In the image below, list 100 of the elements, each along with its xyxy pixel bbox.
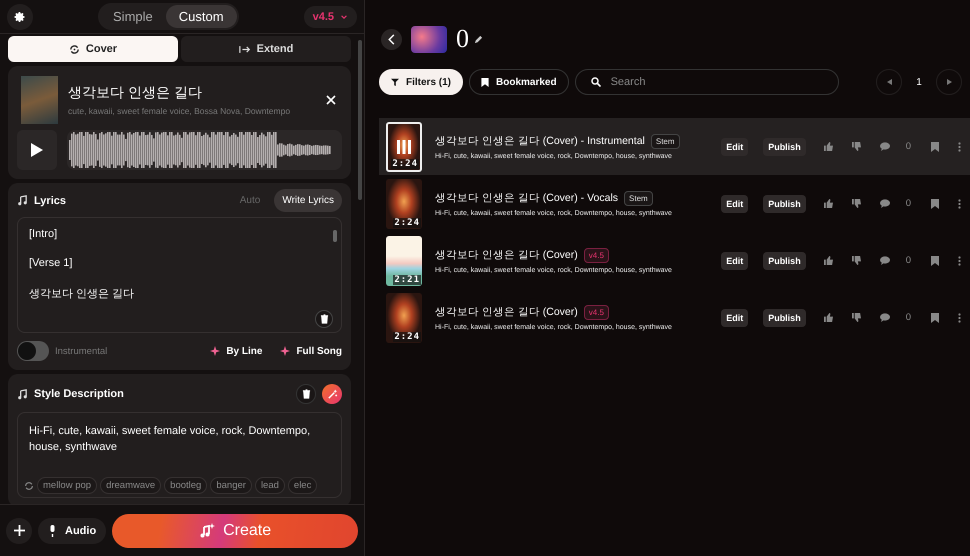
bookmark-button[interactable] — [928, 142, 942, 152]
filter-icon — [391, 78, 399, 86]
bookmark-icon — [931, 256, 939, 266]
song-title: 생각보다 인생은 길다 (Cover) - Instrumental — [435, 134, 645, 148]
edit-icon — [474, 34, 483, 44]
action-tab[interactable]: Cover — [8, 36, 178, 62]
song-tags: cute, kawaii, sweet female voice, Bossa Nova, Downtempo — [68, 106, 310, 116]
edit-button[interactable]: Edit — [721, 308, 748, 326]
lyrics-mode-tab[interactable]: Write Lyrics — [274, 189, 342, 212]
thumbs-up-icon — [824, 142, 833, 151]
style-suggestion-chip[interactable]: mellow pop — [37, 477, 98, 494]
edit-button[interactable]: Edit — [721, 194, 748, 212]
publish-button[interactable]: Publish — [763, 138, 806, 156]
bookmark-icon — [931, 142, 939, 152]
trash-icon — [320, 314, 328, 324]
comment-count: 0 — [906, 141, 911, 152]
sparkle-icon — [210, 346, 220, 356]
clear-button[interactable] — [315, 310, 333, 328]
previous-page-button[interactable] — [876, 69, 902, 95]
next-page-button[interactable] — [936, 69, 962, 95]
style-suggestion-chip[interactable]: dreamwave — [100, 477, 162, 494]
more-icon — [958, 142, 961, 152]
bookmark-button[interactable] — [928, 256, 942, 266]
version-tag: v4.5 — [584, 304, 609, 320]
settings-button[interactable] — [7, 4, 33, 30]
search-icon — [590, 77, 601, 87]
magic-wand-icon — [326, 388, 338, 400]
lyrics-line: 생각보다 인생은 길다 — [29, 287, 136, 301]
lyrics-line: [Intro] — [29, 228, 58, 240]
mode-tab[interactable]: Simple — [100, 5, 166, 28]
comment-count: 0 — [906, 255, 911, 266]
section-title: Style Description — [34, 388, 124, 400]
back-button[interactable] — [381, 28, 402, 50]
publish-button[interactable]: Publish — [763, 308, 806, 326]
thumbs-down-icon — [852, 313, 861, 322]
refresh-icon — [24, 480, 34, 490]
audio-button[interactable]: Audio — [38, 518, 106, 544]
comment-icon — [880, 199, 890, 208]
thumbs-up-icon — [824, 256, 833, 265]
play-icon — [30, 142, 44, 158]
comment-icon — [880, 256, 890, 265]
style-suggestion-chip[interactable]: elec — [288, 477, 318, 494]
magic-button[interactable] — [322, 384, 342, 404]
close-icon — [326, 95, 336, 105]
song-title: 생각보다 인생은 길다 (Cover) — [435, 305, 578, 319]
scrollbar-thumb[interactable] — [333, 230, 337, 242]
action-tab[interactable]: Extend — [181, 36, 351, 62]
edit-title-button[interactable] — [474, 34, 483, 44]
edit-button[interactable]: Edit — [721, 252, 748, 270]
back-icon — [388, 34, 396, 44]
lyrics-field[interactable]: [Intro] [Verse 1] 생각보다 인생은 길다 — [17, 217, 342, 333]
bookmark-icon — [931, 312, 939, 322]
generate-lyrics-button[interactable]: Full Song — [268, 346, 342, 356]
style-suggestion-chip[interactable]: lead — [254, 477, 285, 494]
clear-button[interactable] — [296, 384, 316, 404]
duration: 2:24 — [393, 332, 421, 342]
comment-icon — [880, 313, 890, 322]
music-note-icon — [17, 388, 28, 400]
style-suggestion-chip[interactable]: banger — [210, 477, 252, 494]
duration: 2:24 — [391, 158, 419, 168]
arrow-right-icon — [238, 44, 251, 54]
comment-count: 0 — [906, 198, 911, 209]
search-field[interactable]: Search — [574, 69, 839, 95]
plus-icon — [14, 525, 24, 536]
add-button[interactable] — [6, 518, 32, 544]
song-title: 생각보다 인생은 길다 — [68, 84, 203, 102]
section-title: Lyrics — [34, 194, 66, 206]
previous-icon — [886, 79, 892, 85]
create-button[interactable]: Create — [112, 514, 358, 548]
style-suggestion-chip[interactable]: bootleg — [164, 477, 208, 494]
mode-tab[interactable]: Custom — [166, 5, 237, 28]
toggle-label: Instrumental — [55, 346, 108, 356]
thumbs-up-icon — [824, 313, 833, 322]
generate-lyrics-button[interactable]: By Line — [198, 346, 262, 356]
version-tag: v4.5 — [584, 248, 609, 262]
filters-button[interactable]: Filters (1) — [379, 69, 464, 95]
bookmark-icon — [481, 78, 490, 86]
more-icon — [958, 198, 961, 208]
workspace-title: 0 — [456, 24, 469, 54]
search-placeholder: Search — [610, 76, 646, 88]
comment-icon — [880, 142, 890, 151]
workspace-cover-placeholder — [411, 26, 447, 52]
microphone-icon — [48, 524, 57, 536]
song-title: 생각보다 인생은 길다 (Cover) - Vocals — [435, 191, 618, 205]
scrollbar-thumb[interactable] — [358, 40, 362, 200]
duration: 2:24 — [393, 218, 421, 228]
play-button[interactable] — [17, 130, 57, 170]
refresh-icon — [68, 44, 80, 54]
bookmark-button[interactable] — [928, 198, 942, 208]
bookmarked-button[interactable]: Bookmarked — [469, 69, 569, 95]
publish-button[interactable]: Publish — [763, 252, 806, 270]
instrumental-toggle[interactable] — [17, 341, 49, 361]
stem-tag: Stem — [650, 134, 680, 148]
model-dropdown[interactable]: v4.5 — [304, 6, 357, 28]
edit-button[interactable]: Edit — [721, 138, 748, 156]
music-note-icon — [17, 195, 28, 206]
bookmark-button[interactable] — [928, 312, 942, 322]
publish-button[interactable]: Publish — [763, 194, 806, 212]
lyrics-line: [Verse 1] — [29, 257, 74, 269]
style-field[interactable]: Hi-Fi, cute, kawaii, sweet female voice, rock, Downtempo, house, synthwave mellow pop dreamwave bootleg banger lead elec — [17, 412, 342, 498]
